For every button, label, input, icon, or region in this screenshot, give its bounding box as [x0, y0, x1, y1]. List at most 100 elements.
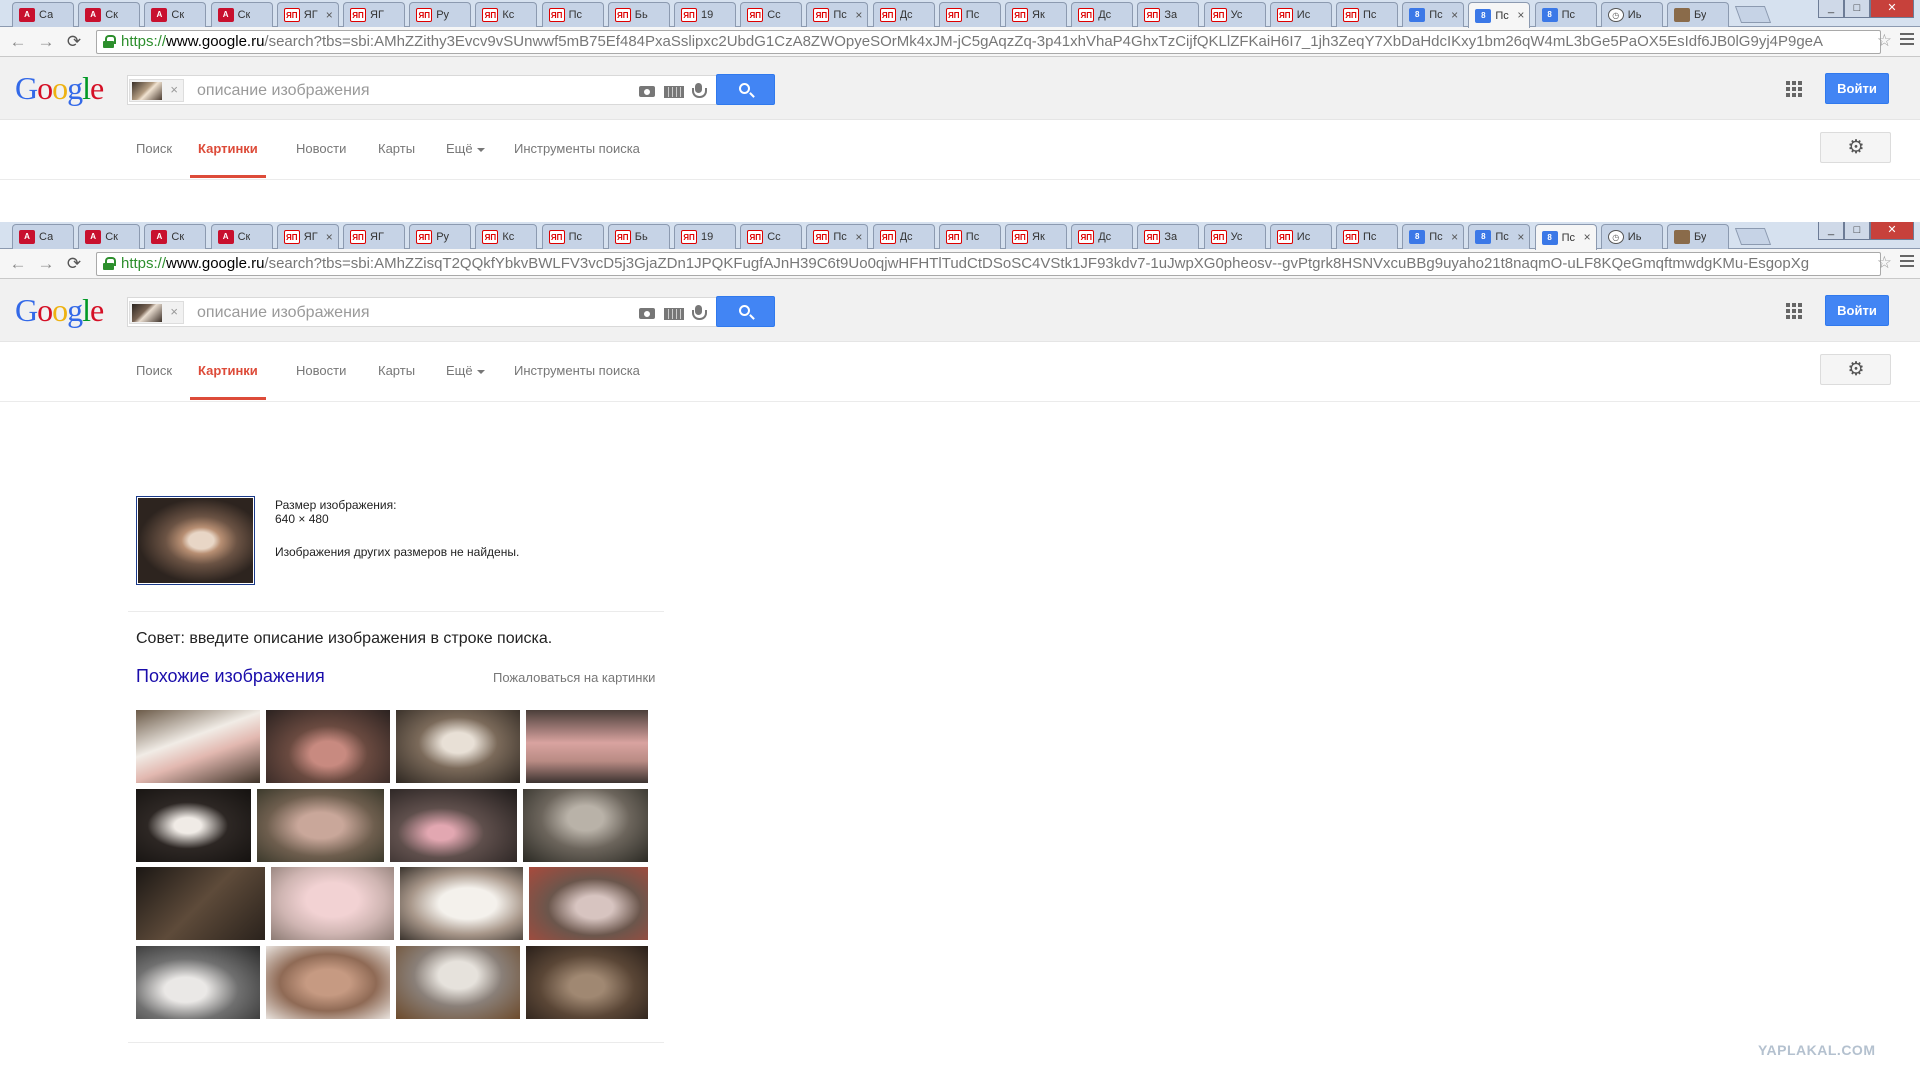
keyboard-icon[interactable] [664, 305, 684, 321]
browser-tab[interactable]: ЯП Пс [938, 224, 1001, 249]
browser-tab[interactable]: ЯП Як [1005, 2, 1067, 27]
browser-menu-icon[interactable] [1900, 33, 1914, 48]
browser-tab[interactable]: A Ск [144, 224, 207, 249]
browser-tab[interactable]: ЯП Дс [872, 224, 935, 249]
sign-in-button[interactable]: Войти [1825, 73, 1889, 104]
tab-close-icon[interactable]: × [1451, 230, 1458, 244]
browser-tab[interactable]: A Ск [210, 224, 273, 249]
microphone-icon[interactable] [690, 83, 708, 99]
similar-image-aye-aye[interactable] [136, 867, 265, 940]
similar-image-calf[interactable] [136, 710, 260, 783]
browser-tab[interactable]: ЯП Пс [1336, 2, 1398, 27]
browser-tab[interactable]: 8 Пс [1534, 2, 1597, 27]
browser-tab[interactable]: ЯП Пс [1336, 224, 1398, 249]
search-input[interactable] [197, 81, 617, 101]
remove-image-icon[interactable]: × [170, 304, 178, 319]
browser-tab[interactable]: A Са [12, 2, 74, 27]
browser-tab[interactable]: 8 Пс × [1468, 2, 1531, 28]
browser-tab[interactable]: ЯП Дс [1071, 2, 1134, 27]
browser-tab[interactable]: ЯП Бь [607, 224, 670, 249]
browser-tab[interactable]: ЯП ЯГ × [276, 224, 339, 249]
tab-maps[interactable]: Карты [378, 363, 415, 400]
tab-more[interactable]: Ещё [446, 363, 485, 400]
similar-image-ferret[interactable] [396, 710, 520, 783]
browser-tab[interactable]: ЯП Пс × [806, 2, 869, 27]
back-icon[interactable]: ← [8, 254, 28, 274]
similar-images-heading[interactable]: Похожие изображения [136, 666, 325, 687]
tab-images[interactable]: Картинки [190, 141, 266, 178]
apps-grid-icon[interactable] [1786, 81, 1802, 97]
browser-tab[interactable]: ЯП Ус [1203, 224, 1266, 249]
similar-image-mole-rat[interactable] [266, 710, 390, 783]
search-button[interactable] [716, 74, 775, 105]
browser-tab[interactable]: A Ск [210, 2, 273, 27]
bookmark-star-icon[interactable]: ☆ [1877, 31, 1892, 51]
tab-close-icon[interactable]: × [326, 230, 333, 244]
address-bar[interactable]: https://www.google.ru/search?tbs=sbi:AMh… [96, 252, 1881, 276]
forward-icon[interactable]: → [36, 254, 56, 274]
similar-image-piglet[interactable] [526, 710, 648, 783]
browser-tab[interactable]: 8 Пс × [1468, 224, 1531, 249]
similar-image-hedgehog[interactable] [526, 945, 648, 1019]
query-image-chip[interactable]: × [129, 301, 184, 324]
browser-tab[interactable]: A Ск [144, 2, 207, 27]
browser-tab[interactable]: ЯП ЯГ [343, 224, 405, 249]
browser-tab[interactable]: ЯП 19 [674, 2, 736, 27]
similar-image-two-pigs[interactable] [390, 788, 517, 862]
browser-tab[interactable]: A Са [12, 224, 74, 249]
search-button[interactable] [716, 296, 775, 327]
remove-image-icon[interactable]: × [170, 82, 178, 97]
new-tab-button[interactable] [1734, 228, 1772, 245]
browser-tab[interactable]: 8 Пс × [1402, 2, 1465, 27]
browser-tab[interactable]: ЯП Ру [409, 224, 472, 249]
tab-close-icon[interactable]: × [1517, 8, 1524, 22]
browser-tab[interactable]: ЯП Ис [1269, 224, 1332, 249]
back-icon[interactable]: ← [8, 32, 28, 52]
browser-tab[interactable]: ЯП Ис [1269, 2, 1332, 27]
tab-close-icon[interactable]: × [855, 8, 862, 22]
camera-icon[interactable] [638, 83, 656, 99]
browser-tab[interactable]: ЯП Пс × [806, 224, 869, 249]
close-window-button[interactable]: ✕ [1870, 0, 1914, 18]
forward-icon[interactable]: → [36, 32, 56, 52]
report-images-link[interactable]: Пожаловаться на картинки [493, 670, 655, 685]
browser-tab[interactable]: ЯП 19 [674, 224, 736, 249]
minimize-button[interactable]: _ [1818, 0, 1844, 18]
browser-tab[interactable]: ЯП ЯГ [343, 2, 405, 27]
apps-grid-icon[interactable] [1786, 303, 1802, 319]
tab-news[interactable]: Новости [296, 363, 346, 400]
source-image-thumbnail[interactable] [136, 496, 255, 585]
tab-close-icon[interactable]: × [1451, 8, 1458, 22]
browser-tab[interactable]: ЯП Ус [1203, 2, 1266, 27]
browser-tab[interactable]: ЯП Ру [409, 2, 472, 27]
tab-tools[interactable]: Инструменты поиска [514, 141, 640, 178]
close-window-button[interactable]: ✕ [1870, 222, 1914, 240]
new-tab-button[interactable] [1734, 6, 1772, 23]
browser-tab[interactable]: ◷ Иь [1600, 2, 1663, 27]
browser-tab[interactable]: ЯП Кс [475, 224, 538, 249]
browser-tab[interactable]: ЯП ЯГ × [276, 2, 339, 27]
similar-image-opossum[interactable] [136, 945, 260, 1019]
tab-search[interactable]: Поиск [136, 363, 172, 400]
browser-tab[interactable]: ЯП Дс [1071, 224, 1134, 249]
browser-tab[interactable]: ЯП Пс [541, 2, 604, 27]
browser-tab[interactable]: ЯП Пс [541, 224, 604, 249]
tab-tools[interactable]: Инструменты поиска [514, 363, 640, 400]
browser-tab[interactable]: ЯП Пс [938, 2, 1001, 27]
similar-image-sleeping-pups[interactable] [266, 945, 390, 1019]
query-image-chip[interactable]: × [129, 79, 184, 102]
similar-image-possum[interactable] [529, 867, 648, 940]
tab-close-icon[interactable]: × [326, 8, 333, 22]
tab-close-icon[interactable]: × [855, 230, 862, 244]
tab-search[interactable]: Поиск [136, 141, 172, 178]
browser-tab[interactable]: ЯП Дс [872, 2, 935, 27]
search-input[interactable] [197, 303, 617, 323]
maximize-button[interactable]: □ [1844, 222, 1870, 240]
browser-tab[interactable]: Бу [1667, 224, 1729, 249]
bookmark-star-icon[interactable]: ☆ [1877, 253, 1892, 273]
browser-tab[interactable]: 8 Пс × [1402, 224, 1465, 249]
tab-images[interactable]: Картинки [190, 363, 266, 400]
reload-icon[interactable]: ⟳ [64, 32, 84, 52]
sign-in-button[interactable]: Войти [1825, 295, 1889, 326]
maximize-button[interactable]: □ [1844, 0, 1870, 18]
